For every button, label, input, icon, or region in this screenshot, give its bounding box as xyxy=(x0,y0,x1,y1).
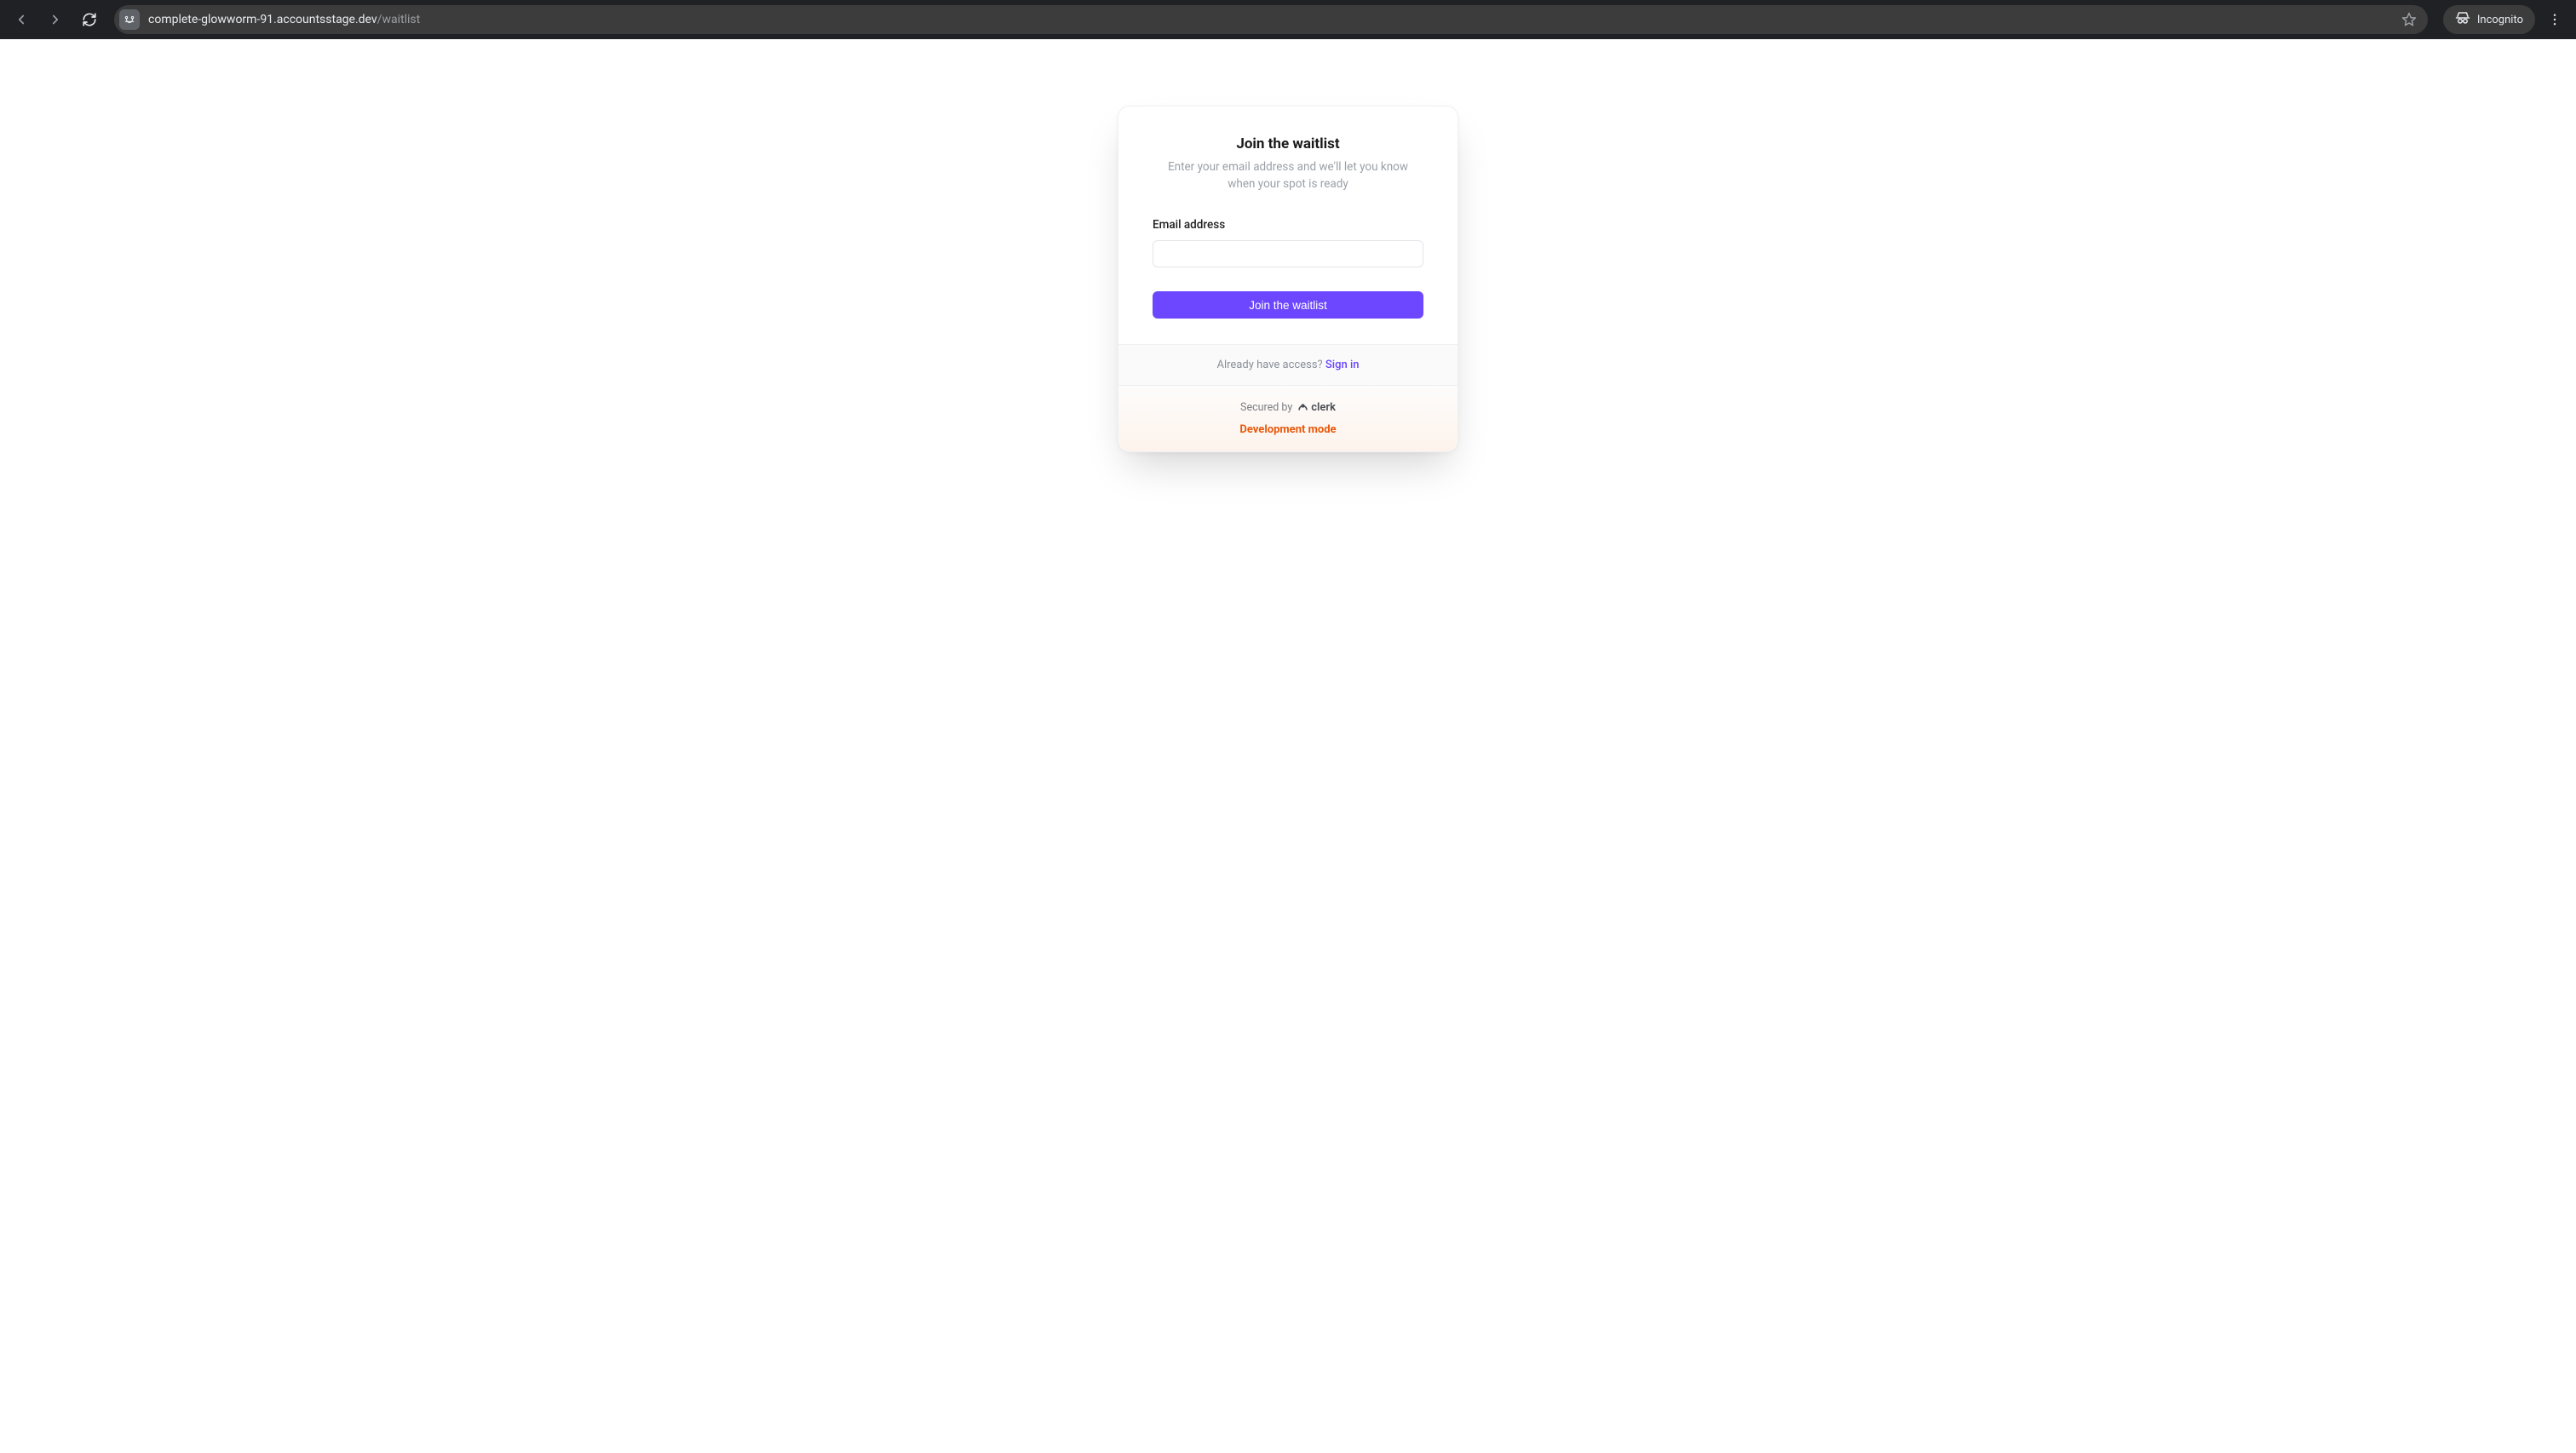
incognito-label: Incognito xyxy=(2477,14,2523,26)
browser-menu-button[interactable] xyxy=(2540,5,2569,34)
reload-button[interactable] xyxy=(75,5,104,34)
join-waitlist-button[interactable]: Join the waitlist xyxy=(1153,291,1423,319)
email-field[interactable] xyxy=(1153,240,1423,267)
secured-by-label: Secured by xyxy=(1240,401,1292,414)
clerk-logo-icon xyxy=(1297,400,1308,415)
url-path: /waitlist xyxy=(377,13,421,26)
incognito-indicator[interactable]: Incognito xyxy=(2443,5,2535,34)
sign-in-link[interactable]: Sign in xyxy=(1325,359,1360,371)
card-footer-brand: Secured by clerk Development mode xyxy=(1118,385,1458,451)
address-bar[interactable]: complete-glowworm-91.accountsstage.dev/w… xyxy=(114,5,2428,34)
card-footer-access: Already have access? Sign in xyxy=(1118,344,1458,385)
url-host: complete-glowworm-91.accountsstage.dev xyxy=(148,13,377,26)
access-prompt: Already have access? xyxy=(1216,359,1325,371)
development-mode-label: Development mode xyxy=(1132,423,1444,436)
site-info-icon[interactable] xyxy=(119,9,140,30)
bookmark-star-icon[interactable] xyxy=(2397,8,2421,32)
back-button[interactable] xyxy=(7,5,36,34)
card-subtitle: Enter your email address and we'll let y… xyxy=(1153,159,1423,192)
incognito-icon xyxy=(2455,10,2470,29)
browser-toolbar: complete-glowworm-91.accountsstage.dev/w… xyxy=(0,0,2576,39)
url-text: complete-glowworm-91.accountsstage.dev/w… xyxy=(148,13,420,26)
card-title: Join the waitlist xyxy=(1153,135,1423,152)
waitlist-card: Join the waitlist Enter your email addre… xyxy=(1118,106,1458,452)
email-label: Email address xyxy=(1153,218,1423,232)
forward-button[interactable] xyxy=(41,5,70,34)
secured-by: Secured by clerk xyxy=(1240,400,1336,415)
page-content: Join the waitlist Enter your email addre… xyxy=(0,39,2576,1453)
clerk-logo: clerk xyxy=(1297,400,1336,415)
clerk-logo-text: clerk xyxy=(1311,401,1336,414)
